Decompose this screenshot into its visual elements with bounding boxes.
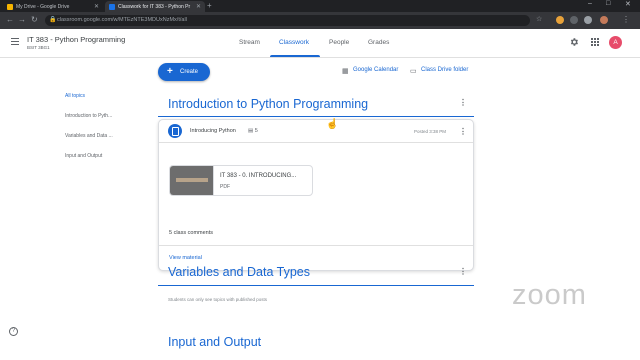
maximize-button[interactable]: □ [606, 0, 610, 7]
tab-classwork[interactable]: Classwork [279, 39, 309, 46]
class-title[interactable]: IT 383 - Python Programming [27, 35, 125, 44]
tab-close-icon[interactable]: ✕ [94, 3, 99, 10]
forward-icon[interactable]: → [18, 15, 26, 24]
main-menu-icon[interactable] [11, 38, 19, 45]
extensions-puzzle-icon[interactable] [584, 16, 592, 24]
section-heading-input-output: Input and Output [168, 335, 262, 349]
calendar-link-label: Google Calendar [353, 67, 399, 73]
classroom-favicon-icon [109, 3, 115, 10]
active-tab-indicator [270, 55, 320, 57]
material-title[interactable]: Introducing Python [190, 128, 236, 134]
material-card[interactable]: Introducing Python ▤ 5 Posted 3:38 PM ⋮ … [158, 119, 474, 271]
empty-topic-note: Students can only see topics with publis… [168, 297, 268, 302]
zoom-watermark: zoom [512, 279, 587, 311]
back-icon[interactable]: ← [6, 15, 14, 24]
create-button[interactable]: + Create [158, 63, 210, 81]
attachment-thumbnail [170, 166, 214, 195]
tab-grades[interactable]: Grades [368, 39, 389, 46]
browser-tabstrip: My Drive - Google Drive ✕ Classwork for … [0, 0, 640, 12]
attachment-pdf[interactable]: IT 383 - 0. INTRODUCING... PDF [169, 165, 313, 196]
browser-toolbar: ← → ↻ 🔒 classroom.google.com/w/MTEzNTE3M… [0, 12, 640, 29]
minimize-button[interactable]: – [588, 0, 592, 7]
section-divider [158, 285, 474, 286]
tab-stream[interactable]: Stream [239, 39, 260, 46]
comment-count: ▤ 5 [248, 128, 258, 134]
bookmark-star-icon[interactable]: ☆ [536, 15, 542, 23]
tab-title: Classwork for IT 383 - Python Pr [118, 3, 191, 10]
extension-icon[interactable] [570, 16, 578, 24]
profile-icon[interactable] [600, 16, 608, 24]
posted-time: Posted 3:38 PM [414, 129, 447, 134]
material-more-icon[interactable]: ⋮ [459, 127, 467, 136]
drive-favicon-icon [7, 3, 13, 10]
attachment-type: PDF [220, 184, 230, 190]
extension-icon[interactable] [556, 16, 564, 24]
lock-icon: 🔒 [49, 17, 57, 23]
topic-all[interactable]: All topics [65, 93, 85, 99]
google-calendar-link[interactable]: ▦ Google Calendar [342, 67, 399, 75]
section-more-icon[interactable]: ⋮ [459, 98, 467, 107]
account-avatar[interactable]: A [609, 36, 622, 49]
plus-icon: + [167, 66, 173, 77]
class-comments-link[interactable]: 5 class comments [169, 230, 213, 236]
class-section: BSIT 3BG1 [27, 45, 50, 50]
classroom-header: IT 383 - Python Programming BSIT 3BG1 St… [0, 29, 640, 58]
tab-close-icon[interactable]: ✕ [196, 3, 201, 10]
comment-icon: ▤ [248, 128, 255, 134]
google-apps-icon[interactable] [591, 38, 599, 46]
create-label: Create [180, 69, 199, 75]
browser-menu-icon[interactable]: ⋮ [622, 15, 630, 24]
view-material-link[interactable]: View material [169, 255, 202, 261]
help-icon[interactable]: ? [9, 327, 18, 336]
attachment-title: IT 383 - 0. INTRODUCING... [220, 173, 297, 179]
section-more-icon[interactable]: ⋮ [459, 267, 467, 276]
address-bar[interactable]: 🔒 classroom.google.com/w/MTEzNTE3MDUxNzM… [45, 15, 530, 26]
section-heading-introduction: Introduction to Python Programming [168, 97, 369, 111]
section-divider [158, 116, 474, 117]
screen: My Drive - Google Drive ✕ Classwork for … [0, 0, 640, 360]
section-heading-variables: Variables and Data Types [168, 265, 310, 279]
drive-link-label: Class Drive folder [421, 67, 469, 73]
close-window-button[interactable]: ✕ [625, 0, 631, 8]
comment-count-value: 5 [254, 128, 258, 134]
tab-my-drive[interactable]: My Drive - Google Drive ✕ [3, 1, 103, 12]
mouse-cursor-icon: ☝ [326, 119, 339, 130]
settings-gear-icon[interactable] [569, 37, 579, 47]
topic-variables[interactable]: Variables and Data ... [65, 133, 113, 139]
tab-people[interactable]: People [329, 39, 349, 46]
class-drive-folder-link[interactable]: ▭ Class Drive folder [410, 67, 469, 75]
calendar-icon: ▦ [342, 68, 349, 75]
tab-classwork[interactable]: Classwork for IT 383 - Python Pr ✕ [105, 1, 205, 12]
material-icon [168, 124, 182, 138]
folder-icon: ▭ [410, 68, 417, 75]
card-divider [159, 245, 473, 246]
card-divider [159, 142, 473, 143]
tab-title: My Drive - Google Drive [16, 3, 70, 10]
topic-introduction[interactable]: Introduction to Pyth... [65, 113, 112, 119]
new-tab-button[interactable]: + [207, 1, 212, 10]
topic-input-output[interactable]: Input and Output [65, 153, 102, 159]
reload-icon[interactable]: ↻ [31, 15, 38, 24]
url-text: classroom.google.com/w/MTEzNTE3MDUxNzMx/… [57, 17, 187, 23]
